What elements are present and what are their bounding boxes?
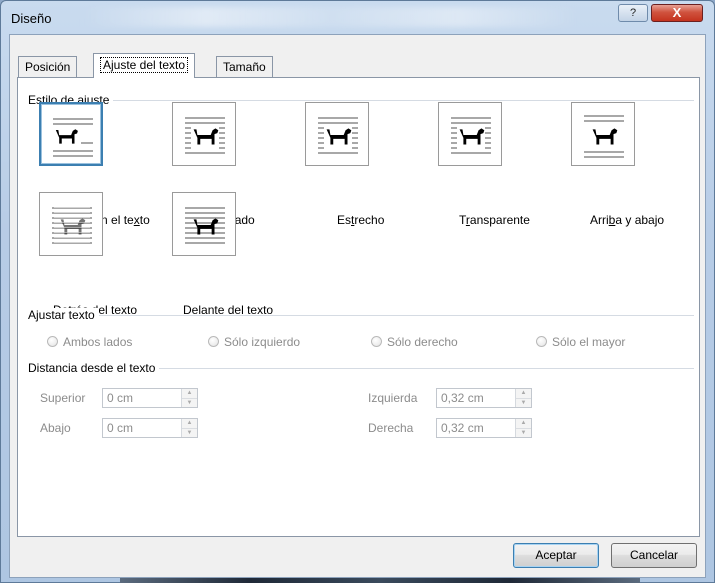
tab-tamano[interactable]: Tamaño	[216, 56, 273, 77]
spinner-arrows[interactable]: ▲ ▼	[515, 389, 531, 407]
wrap-option-2[interactable]	[305, 102, 369, 166]
wrap-option-label[interactable]: Arriba y abajo	[590, 213, 664, 227]
cancel-button[interactable]: Cancelar	[611, 543, 697, 568]
wrap-option-6[interactable]	[172, 192, 236, 256]
taskbar-edge	[120, 578, 640, 583]
spin-up-icon[interactable]: ▲	[516, 389, 531, 398]
tab-panel: Estilo de ajuste En línea con el textoCu…	[17, 77, 700, 537]
spin-up-icon[interactable]: ▲	[516, 419, 531, 428]
wrap-option-4[interactable]	[571, 102, 635, 166]
group-divider	[28, 100, 694, 101]
radio-solo-el-mayor[interactable]: Sólo el mayor	[536, 335, 625, 349]
bottom-distance-label: Abajo	[40, 421, 71, 435]
radio-solo-derecho[interactable]: Sólo derecho	[371, 335, 458, 349]
spin-up-icon[interactable]: ▲	[182, 389, 197, 398]
wrap-option-3[interactable]	[438, 102, 502, 166]
wrap-option-1[interactable]	[172, 102, 236, 166]
wrap-option-0[interactable]	[39, 102, 103, 166]
window-title: Diseño	[11, 11, 52, 26]
radio-dot	[536, 336, 547, 347]
wrap-text-label: Ajustar texto	[28, 308, 99, 322]
spinner-arrows[interactable]: ▲ ▼	[515, 419, 531, 437]
top-distance-field[interactable]: 0 cm ▲ ▼	[102, 388, 198, 408]
close-button[interactable]: X	[651, 4, 703, 22]
radio-dot	[371, 336, 382, 347]
group-divider	[28, 315, 694, 316]
dialog-window: Diseño ? X Posición Ajuste del texto Tam…	[0, 0, 715, 583]
spin-down-icon[interactable]: ▼	[516, 398, 531, 408]
accept-button[interactable]: Aceptar	[513, 543, 599, 568]
radio-dot	[208, 336, 219, 347]
top-bottom-wrap-icon	[584, 115, 624, 158]
tight-wrap-icon	[318, 117, 358, 154]
bottom-distance-field[interactable]: 0 cm ▲ ▼	[102, 418, 198, 438]
radio-solo-izquierdo[interactable]: Sólo izquierdo	[208, 335, 300, 349]
spinner-arrows[interactable]: ▲ ▼	[181, 419, 197, 437]
spinner-arrows[interactable]: ▲ ▼	[181, 389, 197, 407]
tab-ajuste-del-texto[interactable]: Ajuste del texto	[93, 53, 196, 78]
right-distance-label: Derecha	[368, 421, 414, 435]
wrap-option-label[interactable]: Transparente	[459, 213, 530, 227]
left-distance-label: Izquierda	[368, 391, 418, 405]
tab-label: Ajuste del texto	[100, 57, 189, 73]
square-wrap-icon	[185, 117, 225, 154]
right-distance-field[interactable]: 0,32 cm ▲ ▼	[436, 418, 532, 438]
wrap-option-5[interactable]	[39, 192, 103, 256]
title-bar[interactable]: Diseño ? X	[1, 1, 714, 35]
dialog-client-area: Posición Ajuste del texto Tamaño Estilo …	[9, 34, 706, 578]
spin-up-icon[interactable]: ▲	[182, 419, 197, 428]
in-front-text-icon	[185, 207, 225, 244]
spin-down-icon[interactable]: ▼	[516, 428, 531, 438]
radio-ambos-lados[interactable]: Ambos lados	[47, 335, 132, 349]
behind-text-icon	[52, 207, 92, 244]
blurred-background-strip	[81, 7, 581, 27]
wrap-option-label[interactable]: Estrecho	[337, 213, 384, 227]
inline-wrap-icon	[53, 118, 93, 157]
through-wrap-icon	[451, 117, 491, 154]
radio-dot	[47, 336, 58, 347]
distance-label: Distancia desde el texto	[28, 361, 160, 375]
help-button[interactable]: ?	[618, 4, 648, 22]
left-distance-field[interactable]: 0,32 cm ▲ ▼	[436, 388, 532, 408]
tab-posicion[interactable]: Posición	[18, 56, 78, 77]
spin-down-icon[interactable]: ▼	[182, 428, 197, 438]
top-distance-label: Superior	[40, 391, 86, 405]
spin-down-icon[interactable]: ▼	[182, 398, 197, 408]
